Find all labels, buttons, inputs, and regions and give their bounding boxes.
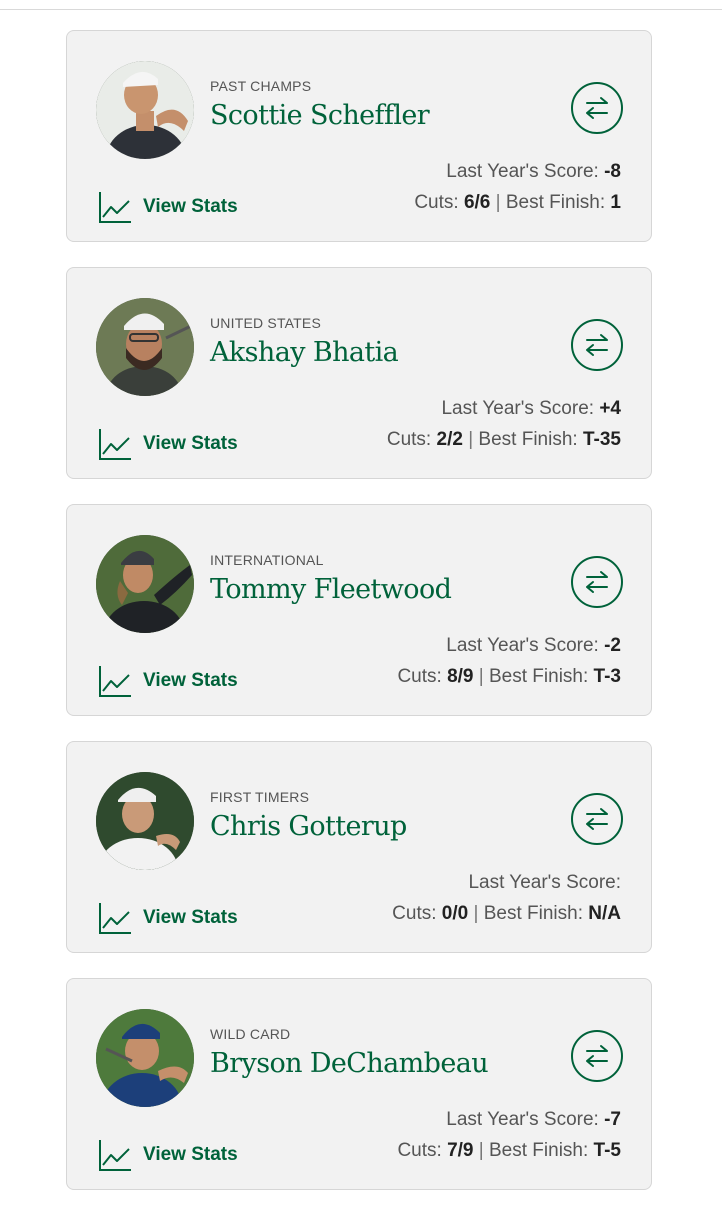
- last-year-score-row: Last Year's Score: +4: [441, 398, 621, 420]
- line-chart-icon: [99, 903, 131, 934]
- best-finish-value: T-35: [582, 429, 621, 450]
- cuts-best-finish-row: Cuts: 0/0 | Best Finish: N/A: [392, 903, 621, 925]
- best-finish-value: 1: [610, 192, 621, 213]
- best-finish-value: T-3: [593, 666, 621, 687]
- player-name[interactable]: Tommy Fleetwood: [210, 574, 452, 605]
- best-finish-value: T-5: [593, 1140, 621, 1161]
- player-card: PAST CHAMPS Scottie Scheffler Last Year'…: [66, 30, 652, 242]
- swap-player-button[interactable]: [571, 82, 623, 134]
- last-year-score-row: Last Year's Score: -2: [446, 635, 621, 657]
- player-avatar: [96, 61, 194, 159]
- view-stats-label: View Stats: [143, 907, 238, 928]
- last-year-score-row: Last Year's Score:: [468, 872, 621, 894]
- cuts-value: 6/6: [463, 192, 491, 213]
- cuts-best-finish-row: Cuts: 8/9 | Best Finish: T-3: [397, 666, 621, 688]
- view-stats-label: View Stats: [143, 196, 238, 217]
- player-category: UNITED STATES: [210, 315, 321, 331]
- swap-arrows-icon: [586, 1045, 608, 1067]
- top-divider: [0, 9, 722, 10]
- last-year-score-value: -7: [604, 1109, 621, 1130]
- best-finish-label: Best Finish:: [489, 666, 589, 687]
- player-card: WILD CARD Bryson DeChambeau Last Year's …: [66, 978, 652, 1190]
- last-year-score-label: Last Year's Score:: [446, 1109, 599, 1130]
- cuts-label: Cuts:: [397, 666, 442, 687]
- last-year-score-label: Last Year's Score:: [468, 872, 621, 893]
- player-card: UNITED STATES Akshay Bhatia Last Year's …: [66, 267, 652, 479]
- player-name[interactable]: Akshay Bhatia: [210, 337, 399, 368]
- player-card-list: PAST CHAMPS Scottie Scheffler Last Year'…: [66, 30, 654, 1215]
- last-year-score-label: Last Year's Score:: [446, 635, 599, 656]
- last-year-score-row: Last Year's Score: -8: [446, 161, 621, 183]
- view-stats-label: View Stats: [143, 433, 238, 454]
- cuts-best-finish-row: Cuts: 2/2 | Best Finish: T-35: [387, 429, 621, 451]
- view-stats-label: View Stats: [143, 670, 238, 691]
- last-year-score-label: Last Year's Score:: [441, 398, 595, 419]
- line-chart-icon: [99, 429, 131, 460]
- swap-arrows-icon: [586, 334, 608, 356]
- cuts-label: Cuts:: [414, 192, 459, 213]
- cuts-label: Cuts:: [386, 429, 432, 450]
- swap-arrows-icon: [586, 97, 608, 119]
- separator: |: [495, 192, 501, 213]
- last-year-score-label: Last Year's Score:: [446, 161, 599, 182]
- separator: |: [473, 903, 479, 924]
- last-year-score-value: +4: [599, 398, 621, 419]
- swap-arrows-icon: [586, 808, 608, 830]
- line-chart-icon: [99, 1140, 131, 1171]
- separator: |: [478, 1140, 484, 1161]
- cuts-label: Cuts:: [392, 903, 437, 924]
- best-finish-value: N/A: [588, 903, 621, 924]
- swap-player-button[interactable]: [571, 793, 623, 845]
- view-stats-button[interactable]: View Stats: [98, 1138, 238, 1172]
- cuts-label: Cuts:: [397, 1140, 442, 1161]
- player-avatar: [96, 298, 194, 396]
- line-chart-icon: [99, 666, 131, 697]
- player-card: FIRST TIMERS Chris Gotterup Last Year's …: [66, 741, 652, 953]
- cuts-value: 7/9: [447, 1140, 474, 1161]
- last-year-score-row: Last Year's Score: -7: [446, 1109, 621, 1131]
- player-name[interactable]: Bryson DeChambeau: [210, 1048, 489, 1079]
- best-finish-label: Best Finish:: [483, 903, 583, 924]
- last-year-score-value: -2: [604, 635, 621, 656]
- player-category: PAST CHAMPS: [210, 78, 312, 94]
- player-name[interactable]: Chris Gotterup: [210, 811, 407, 842]
- best-finish-label: Best Finish:: [489, 1140, 589, 1161]
- swap-player-button[interactable]: [571, 319, 623, 371]
- view-stats-button[interactable]: View Stats: [98, 901, 238, 935]
- swap-player-button[interactable]: [571, 1030, 623, 1082]
- cuts-value: 2/2: [436, 429, 463, 450]
- separator: |: [478, 666, 484, 687]
- separator: |: [468, 429, 474, 450]
- cuts-value: 0/0: [441, 903, 469, 924]
- view-stats-label: View Stats: [143, 1144, 238, 1165]
- best-finish-label: Best Finish:: [478, 429, 578, 450]
- player-category: FIRST TIMERS: [210, 789, 310, 805]
- swap-player-button[interactable]: [571, 556, 623, 608]
- cuts-value: 8/9: [447, 666, 474, 687]
- player-name[interactable]: Scottie Scheffler: [210, 100, 430, 131]
- cuts-best-finish-row: Cuts: 7/9 | Best Finish: T-5: [397, 1140, 621, 1162]
- view-stats-button[interactable]: View Stats: [98, 427, 238, 461]
- player-avatar: [96, 772, 194, 870]
- view-stats-button[interactable]: View Stats: [98, 190, 238, 224]
- player-category: WILD CARD: [210, 1026, 291, 1042]
- player-avatar: [96, 535, 194, 633]
- last-year-score-value: -8: [604, 161, 621, 182]
- player-card: INTERNATIONAL Tommy Fleetwood Last Year'…: [66, 504, 652, 716]
- player-category: INTERNATIONAL: [210, 552, 324, 568]
- line-chart-icon: [99, 192, 131, 223]
- swap-arrows-icon: [586, 571, 608, 593]
- best-finish-label: Best Finish:: [505, 192, 606, 213]
- view-stats-button[interactable]: View Stats: [98, 664, 238, 698]
- player-avatar: [96, 1009, 194, 1107]
- cuts-best-finish-row: Cuts: 6/6 | Best Finish: 1: [414, 192, 621, 214]
